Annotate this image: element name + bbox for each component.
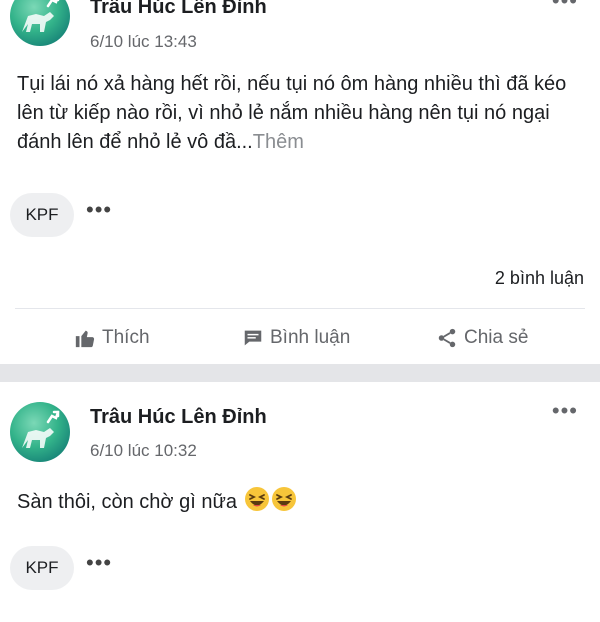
author-avatar[interactable] [10,0,70,46]
post-timestamp[interactable]: 6/10 lúc 13:43 [90,32,197,52]
divider [15,308,585,309]
post-text: Sàn thôi, còn chờ gì nữa [17,486,587,517]
comment-label: Bình luận [270,327,351,348]
post-card: Trâu Húc Lên Đỉnh 6/10 lúc 13:43 ••• Tụi… [0,0,600,364]
comment-icon [244,330,262,346]
comment-count[interactable]: 2 bình luận [495,268,584,289]
post-body: Sàn thôi, còn chờ gì nữa [17,491,237,513]
bull-logo-icon [22,0,60,32]
feed-separator [0,364,600,382]
laughing-face-icon [244,487,269,511]
share-button[interactable]: Chia sẻ [436,318,528,358]
share-icon [438,328,456,348]
like-button[interactable]: Thích [74,318,150,358]
reaction-more-icon[interactable]: ••• [86,199,112,221]
more-options-icon[interactable]: ••• [552,400,578,422]
author-name[interactable]: Trâu Húc Lên Đỉnh [90,406,267,429]
post-text: Tụi lái nó xả hàng hết rồi, nếu tụi nó ô… [17,70,587,157]
like-label: Thích [102,327,150,348]
author-avatar[interactable] [10,402,70,462]
laughing-face-icon [271,487,296,511]
reaction-more-icon[interactable]: ••• [86,552,112,574]
kpf-chip[interactable]: KPF [10,193,74,237]
action-bar: Thích Bình luận Chia sẻ [0,318,600,358]
post-card: Trâu Húc Lên Đỉnh 6/10 lúc 10:32 ••• Sàn… [0,382,600,622]
bull-logo-icon [22,410,60,448]
share-label: Chia sẻ [464,327,529,348]
comment-button[interactable]: Bình luận [242,318,350,358]
more-options-icon[interactable]: ••• [552,0,578,12]
thumbs-up-icon [75,330,95,348]
author-name[interactable]: Trâu Húc Lên Đỉnh [90,0,267,19]
kpf-chip[interactable]: KPF [10,546,74,590]
post-timestamp[interactable]: 6/10 lúc 10:32 [90,441,197,461]
see-more-link[interactable]: Thêm [253,131,304,153]
